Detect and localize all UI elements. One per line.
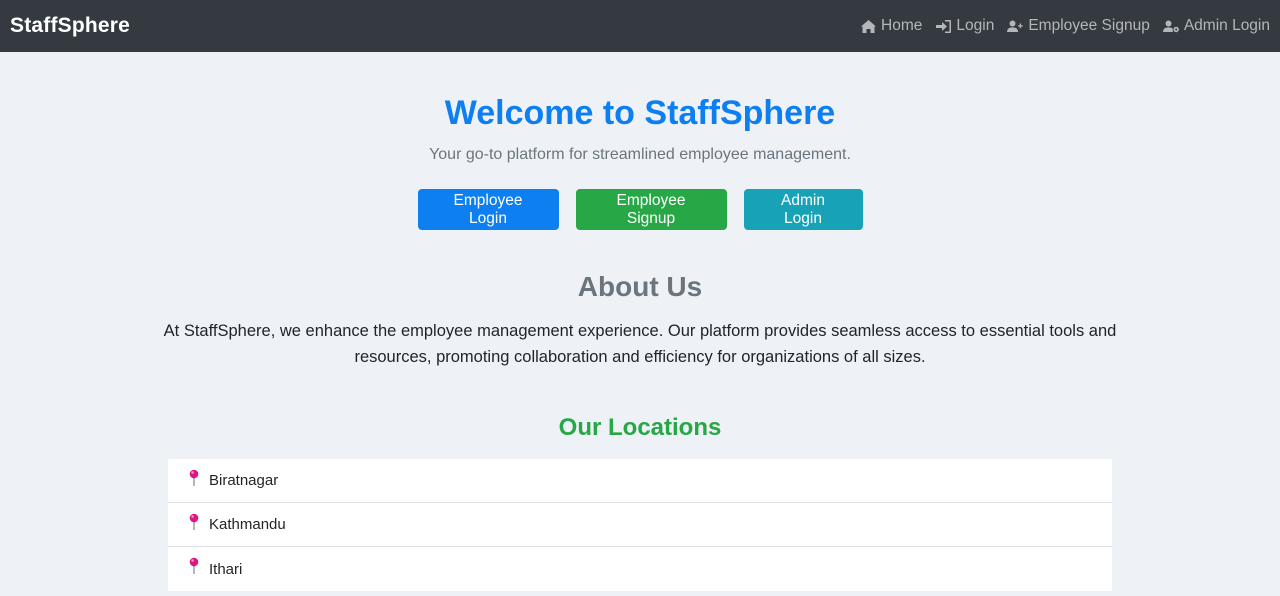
pushpin-icon [188, 469, 200, 487]
location-name: Biratnagar [209, 472, 279, 489]
nav-link-login[interactable]: Login [935, 17, 994, 35]
nav-link-label: Admin Login [1183, 17, 1270, 34]
sign-in-icon [935, 19, 952, 34]
about-text: At StaffSphere, we enhance the employee … [163, 322, 1117, 366]
location-item: Biratnagar [168, 459, 1112, 503]
top-navbar: StaffSphere Home Login Employee Signup A… [0, 0, 1280, 52]
hero-subtitle: Your go-to platform for streamlined empl… [429, 146, 851, 163]
hero-title: Welcome to StaffSphere [444, 94, 836, 132]
pushpin-icon [188, 513, 200, 531]
location-item: Ithari [168, 547, 1112, 591]
admin-login-button[interactable]: Admin Login [743, 189, 863, 230]
user-plus-icon [1007, 19, 1024, 34]
pushpin-icon [188, 557, 200, 575]
nav-links: Home Login Employee Signup Admin Login [860, 17, 1270, 35]
employee-login-button[interactable]: Employee Login [417, 189, 559, 230]
nav-link-label: Home [881, 17, 923, 34]
user-gear-icon [1162, 19, 1180, 34]
about-title: About Us [577, 271, 703, 302]
nav-link-label: Login [956, 17, 995, 34]
home-icon [860, 19, 877, 34]
nav-link-admin-login[interactable]: Admin Login [1162, 17, 1270, 35]
nav-link-employee-signup[interactable]: Employee Signup [1007, 17, 1150, 35]
location-name: Kathmandu [209, 516, 286, 533]
nav-link-label: Employee Signup [1028, 17, 1150, 34]
brand-logo-text[interactable]: StaffSphere [10, 14, 130, 38]
nav-link-home[interactable]: Home [860, 17, 922, 35]
employee-signup-button[interactable]: Employee Signup [575, 189, 727, 230]
location-item: Kathmandu [168, 503, 1112, 547]
locations-list: Biratnagar Kathmandu Ithari [168, 459, 1112, 591]
hero-button-row: Employee Login Employee Signup Admin Log… [0, 189, 1280, 230]
location-name: Ithari [209, 560, 243, 578]
locations-title: Our Locations [558, 414, 722, 441]
main-content: Welcome to StaffSphere Your go-to platfo… [0, 52, 1280, 591]
